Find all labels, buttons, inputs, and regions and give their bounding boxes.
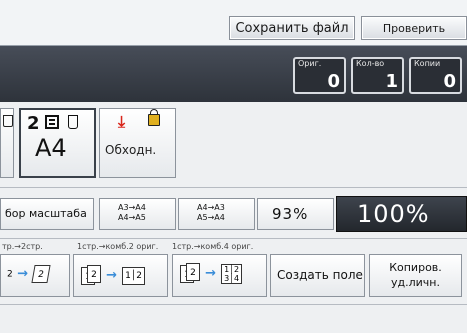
originals-value: 0 xyxy=(327,71,340,92)
combine-4-button[interactable]: 12 → 1│23│4 xyxy=(172,254,267,297)
preset-93-label: 93% xyxy=(272,205,309,223)
hint-combine-4: 1стр.→комб.4 ориг. xyxy=(172,242,254,251)
scale-select-button[interactable]: бор масштаба xyxy=(0,198,94,230)
hint-combine-2: 1стр.→комб.2 ориг. xyxy=(77,242,159,251)
paper-tray-1-partial[interactable] xyxy=(0,108,14,178)
id-card-copy-button[interactable]: Копиров. уд.личн. xyxy=(369,254,462,297)
bypass-label: Обходн. xyxy=(105,143,157,157)
quantity-value: 1 xyxy=(385,71,398,92)
bypass-arrow-icon: ⤓ xyxy=(118,112,126,131)
enlarge-preset-button[interactable]: A4→A3 A5→A4 xyxy=(178,198,255,230)
duplex-icon: 2 → 2 xyxy=(7,265,51,283)
copies-label: Копии xyxy=(414,59,441,68)
paper-size: A4 xyxy=(35,134,67,162)
combine-4-icon: 12 → 1│23│4 xyxy=(180,262,243,284)
tray-number: 2 xyxy=(27,113,40,134)
create-margin-label: Создать поле xyxy=(277,268,363,282)
current-ratio-value: 100% xyxy=(357,200,430,228)
top-bar: Сохранить файл Проверить режимы xyxy=(0,0,467,59)
scale-select-label: бор масштаба xyxy=(5,207,87,220)
paper-tray-2[interactable]: 2 A4 xyxy=(19,108,96,178)
lock-icon xyxy=(148,109,160,126)
current-ratio-display[interactable]: 100% xyxy=(336,196,467,232)
reduce-preset-button[interactable]: A3→A4 A4→A5 xyxy=(99,198,176,230)
hint-duplex: тр.→2стр. xyxy=(2,242,43,251)
quantity-counter: Кол-во 1 xyxy=(351,57,404,94)
divider xyxy=(0,304,467,305)
bypass-tray-button[interactable]: ⤓ Обходн. xyxy=(99,108,176,178)
id-card-copy-label-2: уд.личн. xyxy=(391,276,440,289)
copies-counter: Копии 0 xyxy=(409,57,462,94)
preset-93-button[interactable]: 93% xyxy=(257,198,334,230)
combine-2-icon: 12 → 1│2 xyxy=(81,264,145,285)
originals-counter: Ориг. 0 xyxy=(293,57,346,94)
paper-icon xyxy=(68,115,78,129)
tray-icon xyxy=(45,115,59,129)
enlarge-preset-label: A4→A3 A5→A4 xyxy=(197,203,225,222)
quantity-label: Кол-во xyxy=(356,59,385,68)
copies-value: 0 xyxy=(443,71,456,92)
check-modes-button[interactable]: Проверить режимы xyxy=(361,16,467,59)
combine-2-button[interactable]: 12 → 1│2 xyxy=(73,254,168,297)
divider xyxy=(0,187,467,188)
reduce-preset-label: A3→A4 A4→A5 xyxy=(118,203,146,222)
divider xyxy=(0,238,467,239)
save-file-button[interactable]: Сохранить файл xyxy=(229,16,355,40)
create-margin-button[interactable]: Создать поле xyxy=(270,254,365,297)
duplex-button[interactable]: 2 → 2 xyxy=(0,254,70,297)
originals-label: Ориг. xyxy=(298,59,322,68)
id-card-copy-label-1: Копиров. xyxy=(389,261,442,274)
